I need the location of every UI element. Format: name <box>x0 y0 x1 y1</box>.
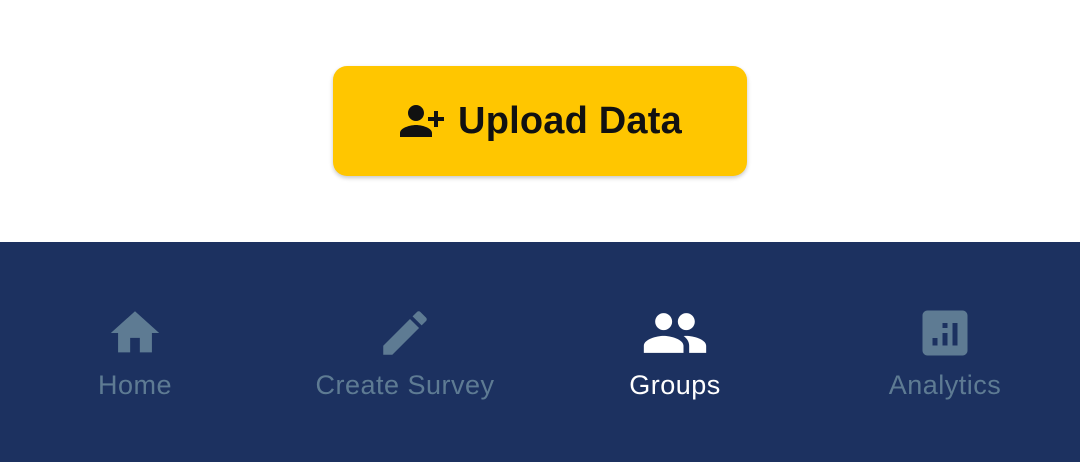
nav-item-label: Analytics <box>888 370 1002 400</box>
nav-item-create-survey[interactable]: Create Survey <box>270 242 540 462</box>
pencil-icon <box>270 306 540 360</box>
groups-icon <box>540 306 810 360</box>
analytics-icon <box>810 306 1080 360</box>
upload-data-button[interactable]: Upload Data <box>333 66 747 176</box>
bottom-navigation-bar: Home Create Survey Groups Analytics <box>0 242 1080 462</box>
nav-item-label: Groups <box>629 370 721 400</box>
home-icon <box>0 306 270 360</box>
upload-data-label: Upload Data <box>458 99 682 142</box>
nav-item-label: Home <box>97 370 173 400</box>
nav-item-home[interactable]: Home <box>0 242 270 462</box>
nav-item-analytics[interactable]: Analytics <box>810 242 1080 462</box>
nav-item-groups[interactable]: Groups <box>540 242 810 462</box>
main-content: Upload Data <box>0 0 1080 242</box>
person-add-icon <box>398 97 446 145</box>
nav-item-label: Create Survey <box>315 370 495 400</box>
